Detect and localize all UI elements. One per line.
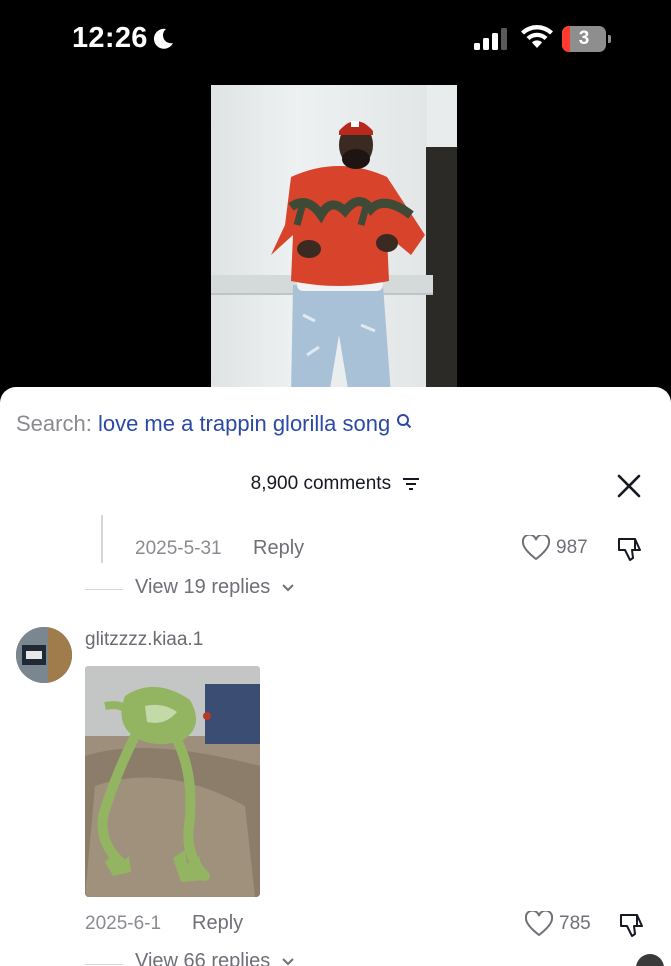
- view-replies-divider: [85, 964, 123, 965]
- comment-date: 2025-5-31: [135, 538, 222, 559]
- search-query-link[interactable]: love me a trappin glorilla song: [98, 411, 390, 436]
- like-button[interactable]: 785: [525, 911, 597, 937]
- comments-count-header[interactable]: 8,900 comments: [0, 473, 671, 495]
- avatar[interactable]: [16, 627, 72, 683]
- chevron-down-icon: [282, 584, 294, 592]
- close-icon[interactable]: [616, 473, 642, 499]
- chevron-down-icon: [282, 958, 294, 966]
- like-count: 785: [559, 913, 591, 934]
- status-time: 12:26: [72, 22, 148, 54]
- sort-filter-icon[interactable]: [402, 477, 420, 491]
- dislike-icon[interactable]: [618, 911, 646, 939]
- comments-count: 8,900 comments: [250, 473, 392, 494]
- view-replies-button[interactable]: View 19 replies: [135, 576, 295, 599]
- heart-icon: [522, 535, 550, 561]
- view-replies-divider: [85, 589, 123, 590]
- view-replies-label: View 19 replies: [135, 576, 271, 598]
- wifi-icon: [521, 25, 553, 48]
- cellular-signal-icon: [474, 28, 507, 50]
- comments-sheet: Search: love me a trappin glorilla song …: [0, 387, 671, 966]
- heart-icon: [525, 911, 553, 937]
- status-bar: 12:26 3: [0, 0, 671, 80]
- comment-username[interactable]: glitzzzz.kiaa.1: [85, 629, 203, 651]
- video-player[interactable]: [211, 85, 457, 395]
- reply-button[interactable]: Reply: [253, 537, 304, 560]
- comment-photo[interactable]: [85, 666, 260, 897]
- video-person: [271, 121, 425, 395]
- search-label: Search:: [16, 411, 92, 436]
- dislike-icon[interactable]: [616, 535, 644, 563]
- like-count: 987: [556, 537, 588, 558]
- battery-icon: 3: [562, 26, 612, 52]
- view-replies-button[interactable]: View 66 replies: [135, 950, 295, 966]
- reply-thread-line: [101, 515, 103, 563]
- battery-level: 3: [578, 28, 590, 49]
- search-suggestion[interactable]: Search: love me a trappin glorilla song: [16, 411, 412, 437]
- view-replies-label: View 66 replies: [135, 950, 271, 966]
- moon-icon: [153, 28, 173, 49]
- reply-button[interactable]: Reply: [192, 912, 243, 935]
- comment-date: 2025-6-1: [85, 913, 162, 934]
- search-icon[interactable]: [396, 413, 412, 429]
- like-button[interactable]: 987: [522, 535, 594, 561]
